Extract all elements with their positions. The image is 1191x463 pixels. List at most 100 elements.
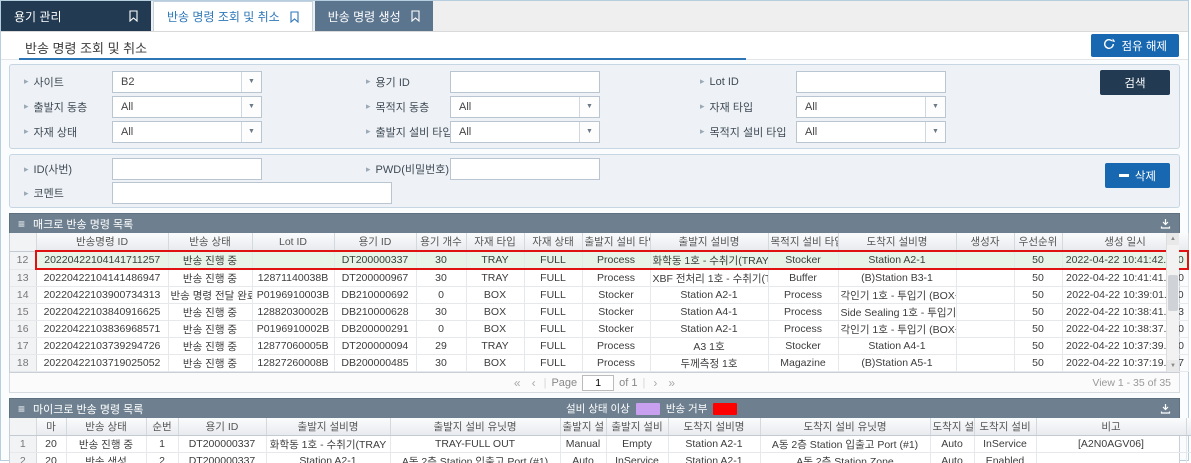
grid-cell[interactable]: DB200000291 bbox=[334, 321, 416, 338]
text-input[interactable] bbox=[796, 71, 946, 93]
grid-cell[interactable]: 20220422103840916625 bbox=[36, 304, 168, 321]
column-header[interactable]: 출발지 설비명 bbox=[650, 233, 768, 251]
row-number-cell[interactable]: 14 bbox=[10, 287, 36, 304]
grid-cell[interactable]: 50 bbox=[1014, 321, 1062, 338]
grid-cell[interactable]: TRAY bbox=[466, 251, 524, 269]
grid-cell[interactable]: 12871140038B bbox=[252, 269, 334, 287]
column-header[interactable]: 생성자 bbox=[956, 233, 1014, 251]
grid-cell[interactable]: Stocker bbox=[768, 251, 838, 269]
grid-cell[interactable]: 50 bbox=[1014, 269, 1062, 287]
grid-cell[interactable]: DB210000692 bbox=[334, 287, 416, 304]
grid-cell[interactable]: A3 1호 bbox=[650, 338, 768, 355]
grid-cell[interactable]: 반송 진행 중 bbox=[66, 436, 146, 453]
column-header[interactable]: 목적지 설비 타입 bbox=[768, 233, 838, 251]
grid-cell[interactable]: Station A2-1 bbox=[668, 436, 760, 453]
grid-cell[interactable] bbox=[1186, 453, 1191, 463]
filter-select[interactable]: All▼ bbox=[796, 96, 946, 118]
grid-cell[interactable]: DB200000485 bbox=[334, 355, 416, 372]
grid-cell[interactable]: Station A2-1 bbox=[838, 251, 956, 269]
grid-cell[interactable] bbox=[956, 269, 1014, 287]
grid-cell[interactable]: TRAY-FULL OUT bbox=[390, 436, 560, 453]
grid-cell[interactable]: FULL bbox=[524, 338, 582, 355]
grid-cell[interactable]: Station A2-1 bbox=[650, 287, 768, 304]
grid-cell[interactable]: 12882030002B bbox=[252, 304, 334, 321]
row-number-cell[interactable]: 1 bbox=[10, 436, 36, 453]
grid-cell[interactable]: 1 bbox=[146, 436, 178, 453]
grid-cell[interactable] bbox=[956, 338, 1014, 355]
grid-cell[interactable]: 50 bbox=[1014, 251, 1062, 269]
bookmark-icon[interactable] bbox=[290, 11, 299, 23]
grid-cell[interactable]: 0 bbox=[416, 321, 466, 338]
grid-cell[interactable]: Station A4-1 bbox=[838, 338, 956, 355]
filter-select[interactable]: All▼ bbox=[112, 121, 262, 143]
grid-cell[interactable] bbox=[1036, 453, 1186, 463]
grid-cell[interactable]: Station A2-1 bbox=[266, 453, 390, 463]
grid-cell[interactable]: Auto bbox=[560, 453, 606, 463]
grid-cell[interactable]: DB210000628 bbox=[334, 304, 416, 321]
grid-cell[interactable]: Manual bbox=[560, 436, 606, 453]
grid-cell[interactable]: 50 bbox=[1014, 304, 1062, 321]
column-header[interactable]: 비고 bbox=[1036, 418, 1186, 436]
grid-cell[interactable] bbox=[956, 251, 1014, 269]
grid-cell[interactable]: 화학동 1호 - 수취기(TRAY bbox=[266, 436, 390, 453]
grid-cell[interactable]: A동 2층 Station 입출고 Port (#1) bbox=[760, 436, 930, 453]
column-header[interactable]: 용기 ID bbox=[334, 233, 416, 251]
column-header[interactable]: 용기 개수 bbox=[416, 233, 466, 251]
row-number-cell[interactable]: 2 bbox=[10, 453, 36, 463]
grid-cell[interactable]: 반송 진행 중 bbox=[168, 338, 252, 355]
grid-cell[interactable]: Empty bbox=[606, 436, 668, 453]
grid-cell[interactable]: DT200000337 bbox=[178, 453, 266, 463]
row-number-cell[interactable]: 13 bbox=[10, 269, 36, 287]
first-page-button[interactable]: « bbox=[511, 377, 524, 389]
grid-cell[interactable]: (B)Station B3-1 bbox=[838, 269, 956, 287]
grid-cell[interactable]: TRAY bbox=[466, 338, 524, 355]
row-number-cell[interactable]: 15 bbox=[10, 304, 36, 321]
grid-cell[interactable]: FULL bbox=[524, 251, 582, 269]
bookmark-icon[interactable] bbox=[129, 10, 138, 22]
grid-cell[interactable]: 20 bbox=[36, 453, 66, 463]
grid-cell[interactable]: BOX bbox=[466, 304, 524, 321]
grid-cell[interactable]: 30 bbox=[416, 304, 466, 321]
column-header[interactable]: 반송명령 ID bbox=[36, 233, 168, 251]
column-header[interactable]: 도착지 설비명 bbox=[668, 418, 760, 436]
grid-cell[interactable]: 2 bbox=[146, 453, 178, 463]
grid-cell[interactable]: 각인기 1호 - 투입기 (BOX+D bbox=[838, 321, 956, 338]
grid-cell[interactable]: Auto bbox=[930, 436, 974, 453]
grid-cell[interactable]: 50 bbox=[1014, 355, 1062, 372]
search-button[interactable]: 검색 bbox=[1100, 70, 1170, 95]
column-header[interactable]: 반송 상태 bbox=[168, 233, 252, 251]
grid-cell[interactable]: 29 bbox=[416, 338, 466, 355]
filter-select[interactable]: B2▼ bbox=[112, 71, 262, 93]
grid-cell[interactable]: 반송 진행 중 bbox=[168, 355, 252, 372]
grid-cell[interactable]: 20220422103719025052 bbox=[36, 355, 168, 372]
grid-cell[interactable]: (B)Station A5-1 bbox=[838, 355, 956, 372]
grid-cell[interactable]: 20220422103836968571 bbox=[36, 321, 168, 338]
grid-cell[interactable]: FULL bbox=[524, 355, 582, 372]
grid-cell[interactable]: Auto bbox=[930, 453, 974, 463]
column-header[interactable]: 용기 ID bbox=[178, 418, 266, 436]
filter-select[interactable]: All▼ bbox=[112, 96, 262, 118]
grid-cell[interactable]: 반송 명령 전달 완료 bbox=[168, 287, 252, 304]
column-header[interactable]: 도착지 설비 유닛명 bbox=[760, 418, 930, 436]
grid-cell[interactable]: Process bbox=[582, 269, 650, 287]
grid-cell[interactable]: AGV TRAY-FULL OUT 출발 bbox=[1186, 436, 1191, 453]
grid-cell[interactable]: P0196910002B bbox=[252, 321, 334, 338]
grid-cell[interactable] bbox=[956, 304, 1014, 321]
grid-cell[interactable]: Buffer bbox=[768, 269, 838, 287]
grid-cell[interactable]: XBF 전처리 1호 - 수취기(TR bbox=[650, 269, 768, 287]
grid-cell[interactable]: A동 2층 Station 입출고 Port (#1) bbox=[390, 453, 560, 463]
vertical-scrollbar[interactable]: ▲ ▼ bbox=[1166, 233, 1179, 372]
grid-cell[interactable]: Station A4-1 bbox=[650, 304, 768, 321]
scroll-down-button[interactable]: ▼ bbox=[1167, 360, 1179, 372]
grid-cell[interactable]: 두께측정 1호 bbox=[650, 355, 768, 372]
grid-cell[interactable]: 반송 진행 중 bbox=[168, 321, 252, 338]
column-header[interactable]: 출발지 설비명 bbox=[266, 418, 390, 436]
text-input[interactable] bbox=[450, 158, 600, 180]
grid-cell[interactable]: P0196910003B bbox=[252, 287, 334, 304]
tab-transport-order-query-cancel[interactable]: 반송 명령 조회 및 취소 bbox=[153, 1, 313, 31]
grid-cell[interactable]: InService bbox=[974, 436, 1036, 453]
column-header[interactable]: 도착지 설비 bbox=[974, 418, 1036, 436]
last-page-button[interactable]: » bbox=[665, 377, 678, 389]
download-icon[interactable] bbox=[1160, 218, 1171, 229]
grid-cell[interactable] bbox=[252, 251, 334, 269]
